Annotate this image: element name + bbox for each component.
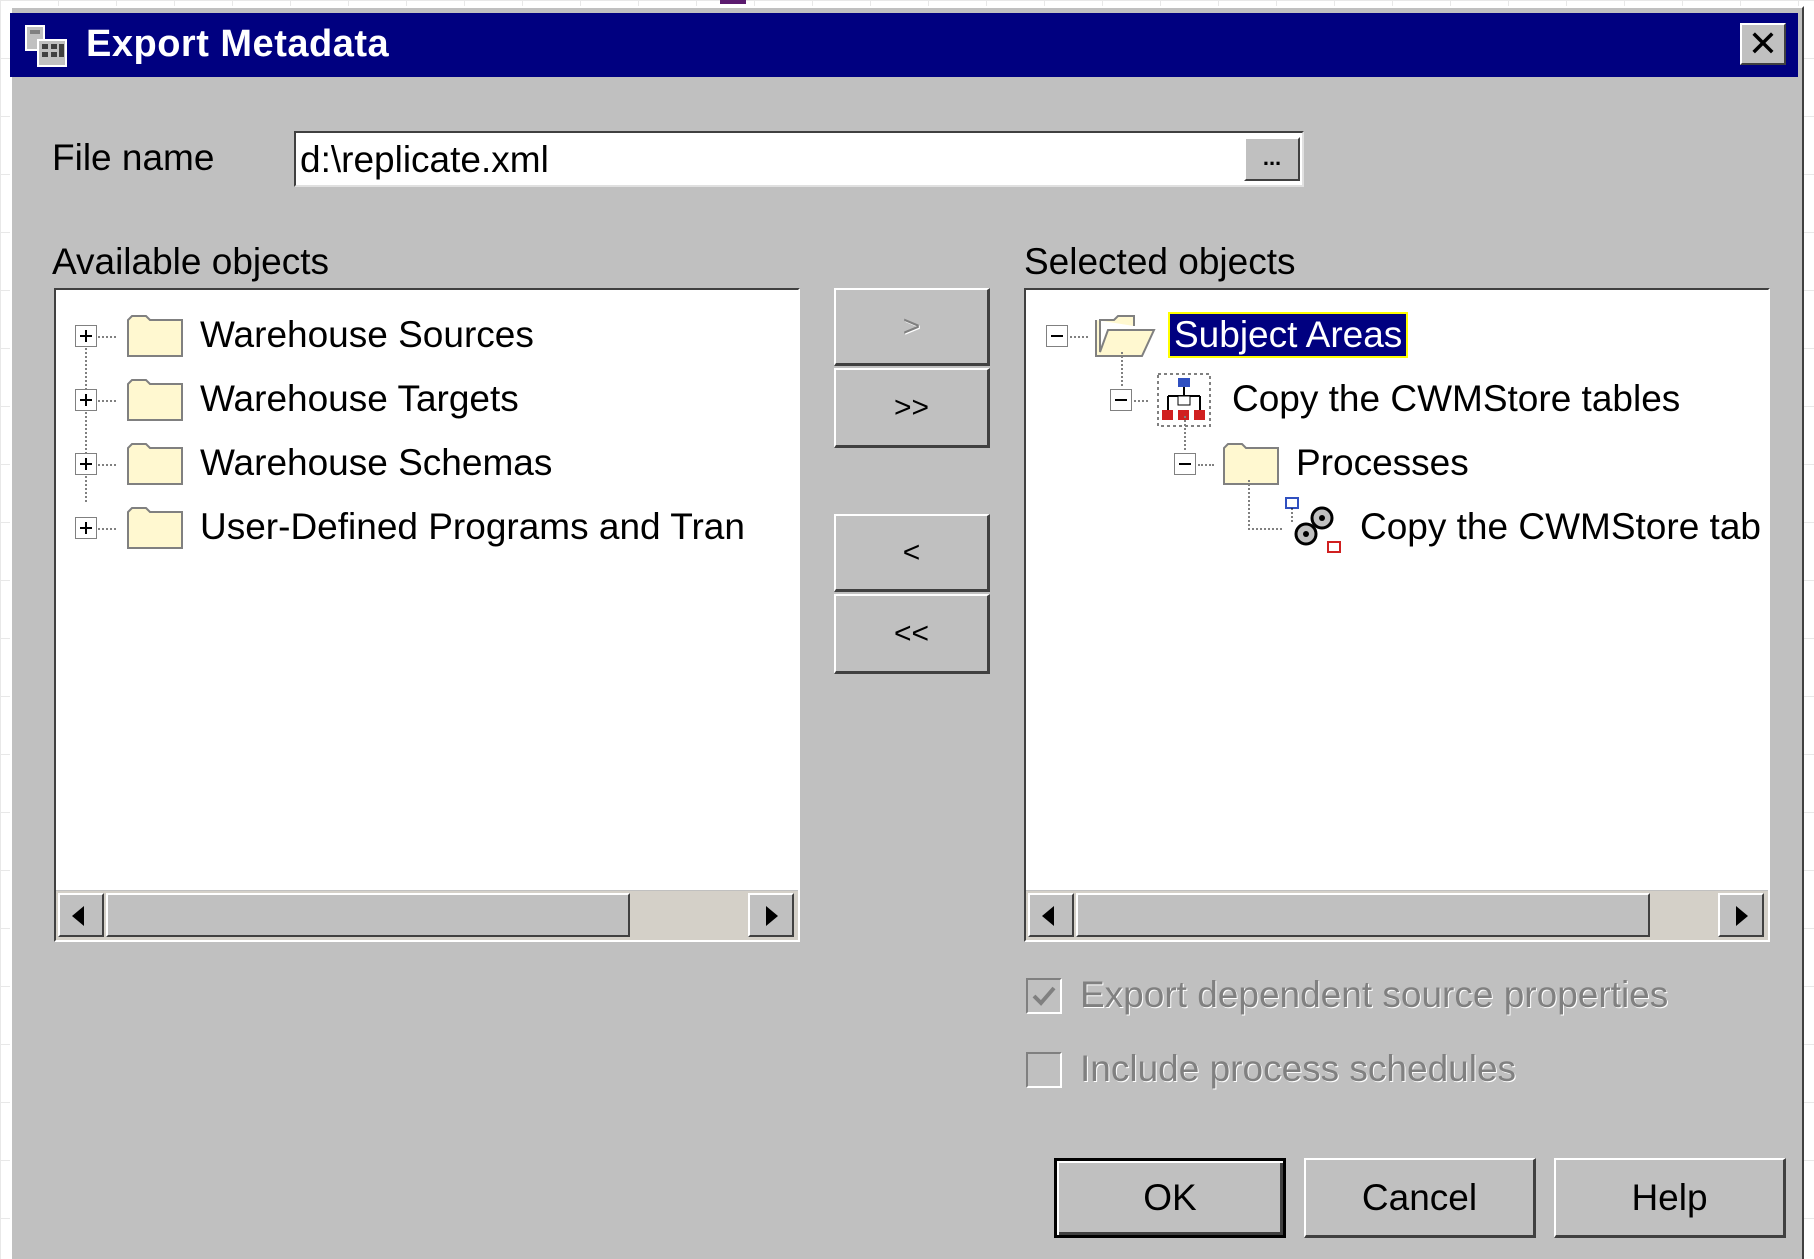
tree-connector [98,464,116,466]
scroll-left-button[interactable] [1028,893,1074,937]
tree-item[interactable]: Processes [1026,428,1766,488]
checkbox-box[interactable] [1026,1052,1062,1088]
folder-icon [127,315,183,357]
tree-connector [1198,464,1214,466]
folder-icon [127,507,183,549]
export-dependent-label: Export dependent source properties [1080,974,1669,1015]
close-icon: ✕ [1747,23,1779,64]
tree-item-label: Copy the CWMStore tab [1360,506,1761,547]
ok-button[interactable]: OK [1054,1158,1286,1238]
tree-connector [1248,528,1282,530]
window-title: Export Metadata [86,23,390,65]
remove-all-button[interactable]: << [834,594,990,674]
tree-item-label: Processes [1296,442,1469,483]
tree-item-label: Warehouse Schemas [200,442,553,483]
tree-item[interactable]: User-Defined Programs and Tran [56,492,796,552]
scroll-left-button[interactable] [58,893,104,937]
selected-objects-label: Selected objects [1024,241,1296,282]
include-schedules-label: Include process schedules [1080,1048,1517,1089]
collapse-icon[interactable] [1110,389,1132,411]
horizontal-scrollbar[interactable] [1026,890,1768,940]
export-metadata-icon [25,25,67,67]
arrow-left-icon [1042,906,1054,926]
ellipsis-icon: ... [1262,145,1282,170]
scroll-right-button[interactable] [1718,893,1764,937]
browse-button[interactable]: ... [1244,137,1300,181]
available-objects-tree[interactable]: Warehouse Sources Warehouse Targets Ware… [54,288,800,942]
arrow-right-icon [766,906,778,926]
tree-item[interactable]: Copy the CWMStore tab [1026,492,1766,553]
available-objects-label: Available objects [52,241,329,282]
tree-item[interactable]: Copy the CWMStore tables [1026,364,1766,427]
check-icon [1032,986,1056,1006]
expand-icon[interactable] [75,389,97,411]
title-bar[interactable]: Export Metadata ✕ [10,13,1798,77]
arrow-left-icon [72,906,84,926]
tree-item[interactable]: Warehouse Schemas [56,428,796,488]
tree-item[interactable]: Warehouse Sources [56,300,796,360]
add-button[interactable]: > [834,288,990,366]
collapse-icon[interactable] [1174,453,1196,475]
expand-icon[interactable] [75,325,97,347]
background-heading-fragment [720,0,746,4]
folder-icon [1223,443,1279,485]
tree-connector [98,336,116,338]
help-button[interactable]: Help [1554,1158,1786,1238]
add-all-button[interactable]: >> [834,368,990,448]
horizontal-scrollbar[interactable] [56,890,798,940]
tree-connector [1134,400,1148,402]
folder-icon [127,379,183,421]
tree-item-label: Subject Areas [1167,312,1409,358]
scrollbar-thumb[interactable] [1076,893,1650,937]
open-folder-icon [1095,315,1156,357]
process-icon [1285,497,1341,553]
tree-item-label: Warehouse Sources [200,314,534,355]
tree-item-label: Copy the CWMStore tables [1232,378,1681,419]
scroll-right-button[interactable] [748,893,794,937]
collapse-icon[interactable] [1046,325,1068,347]
folder-icon [127,443,183,485]
tree-item-label: Warehouse Targets [200,378,519,419]
tree-connector [1070,336,1088,338]
scrollbar-thumb[interactable] [106,893,630,937]
file-name-input[interactable]: d:\replicate.xml ... [294,131,1304,187]
file-name-label: File name [52,137,215,178]
expand-icon[interactable] [75,517,97,539]
tree-connector [98,400,116,402]
checkbox-box[interactable] [1026,978,1062,1014]
tree-connector [98,528,116,530]
expand-icon[interactable] [75,453,97,475]
cancel-button[interactable]: Cancel [1304,1158,1536,1238]
arrow-right-icon [1736,906,1748,926]
selected-objects-tree[interactable]: Subject Areas Copy the CWMStore tables P… [1024,288,1770,942]
tree-item[interactable]: Subject Areas [1026,300,1766,360]
tree-item[interactable]: Warehouse Targets [56,364,796,424]
remove-button[interactable]: < [834,514,990,592]
close-button[interactable]: ✕ [1740,23,1786,65]
file-name-value: d:\replicate.xml [300,139,549,180]
tree-item-label: User-Defined Programs and Tran [200,506,745,547]
